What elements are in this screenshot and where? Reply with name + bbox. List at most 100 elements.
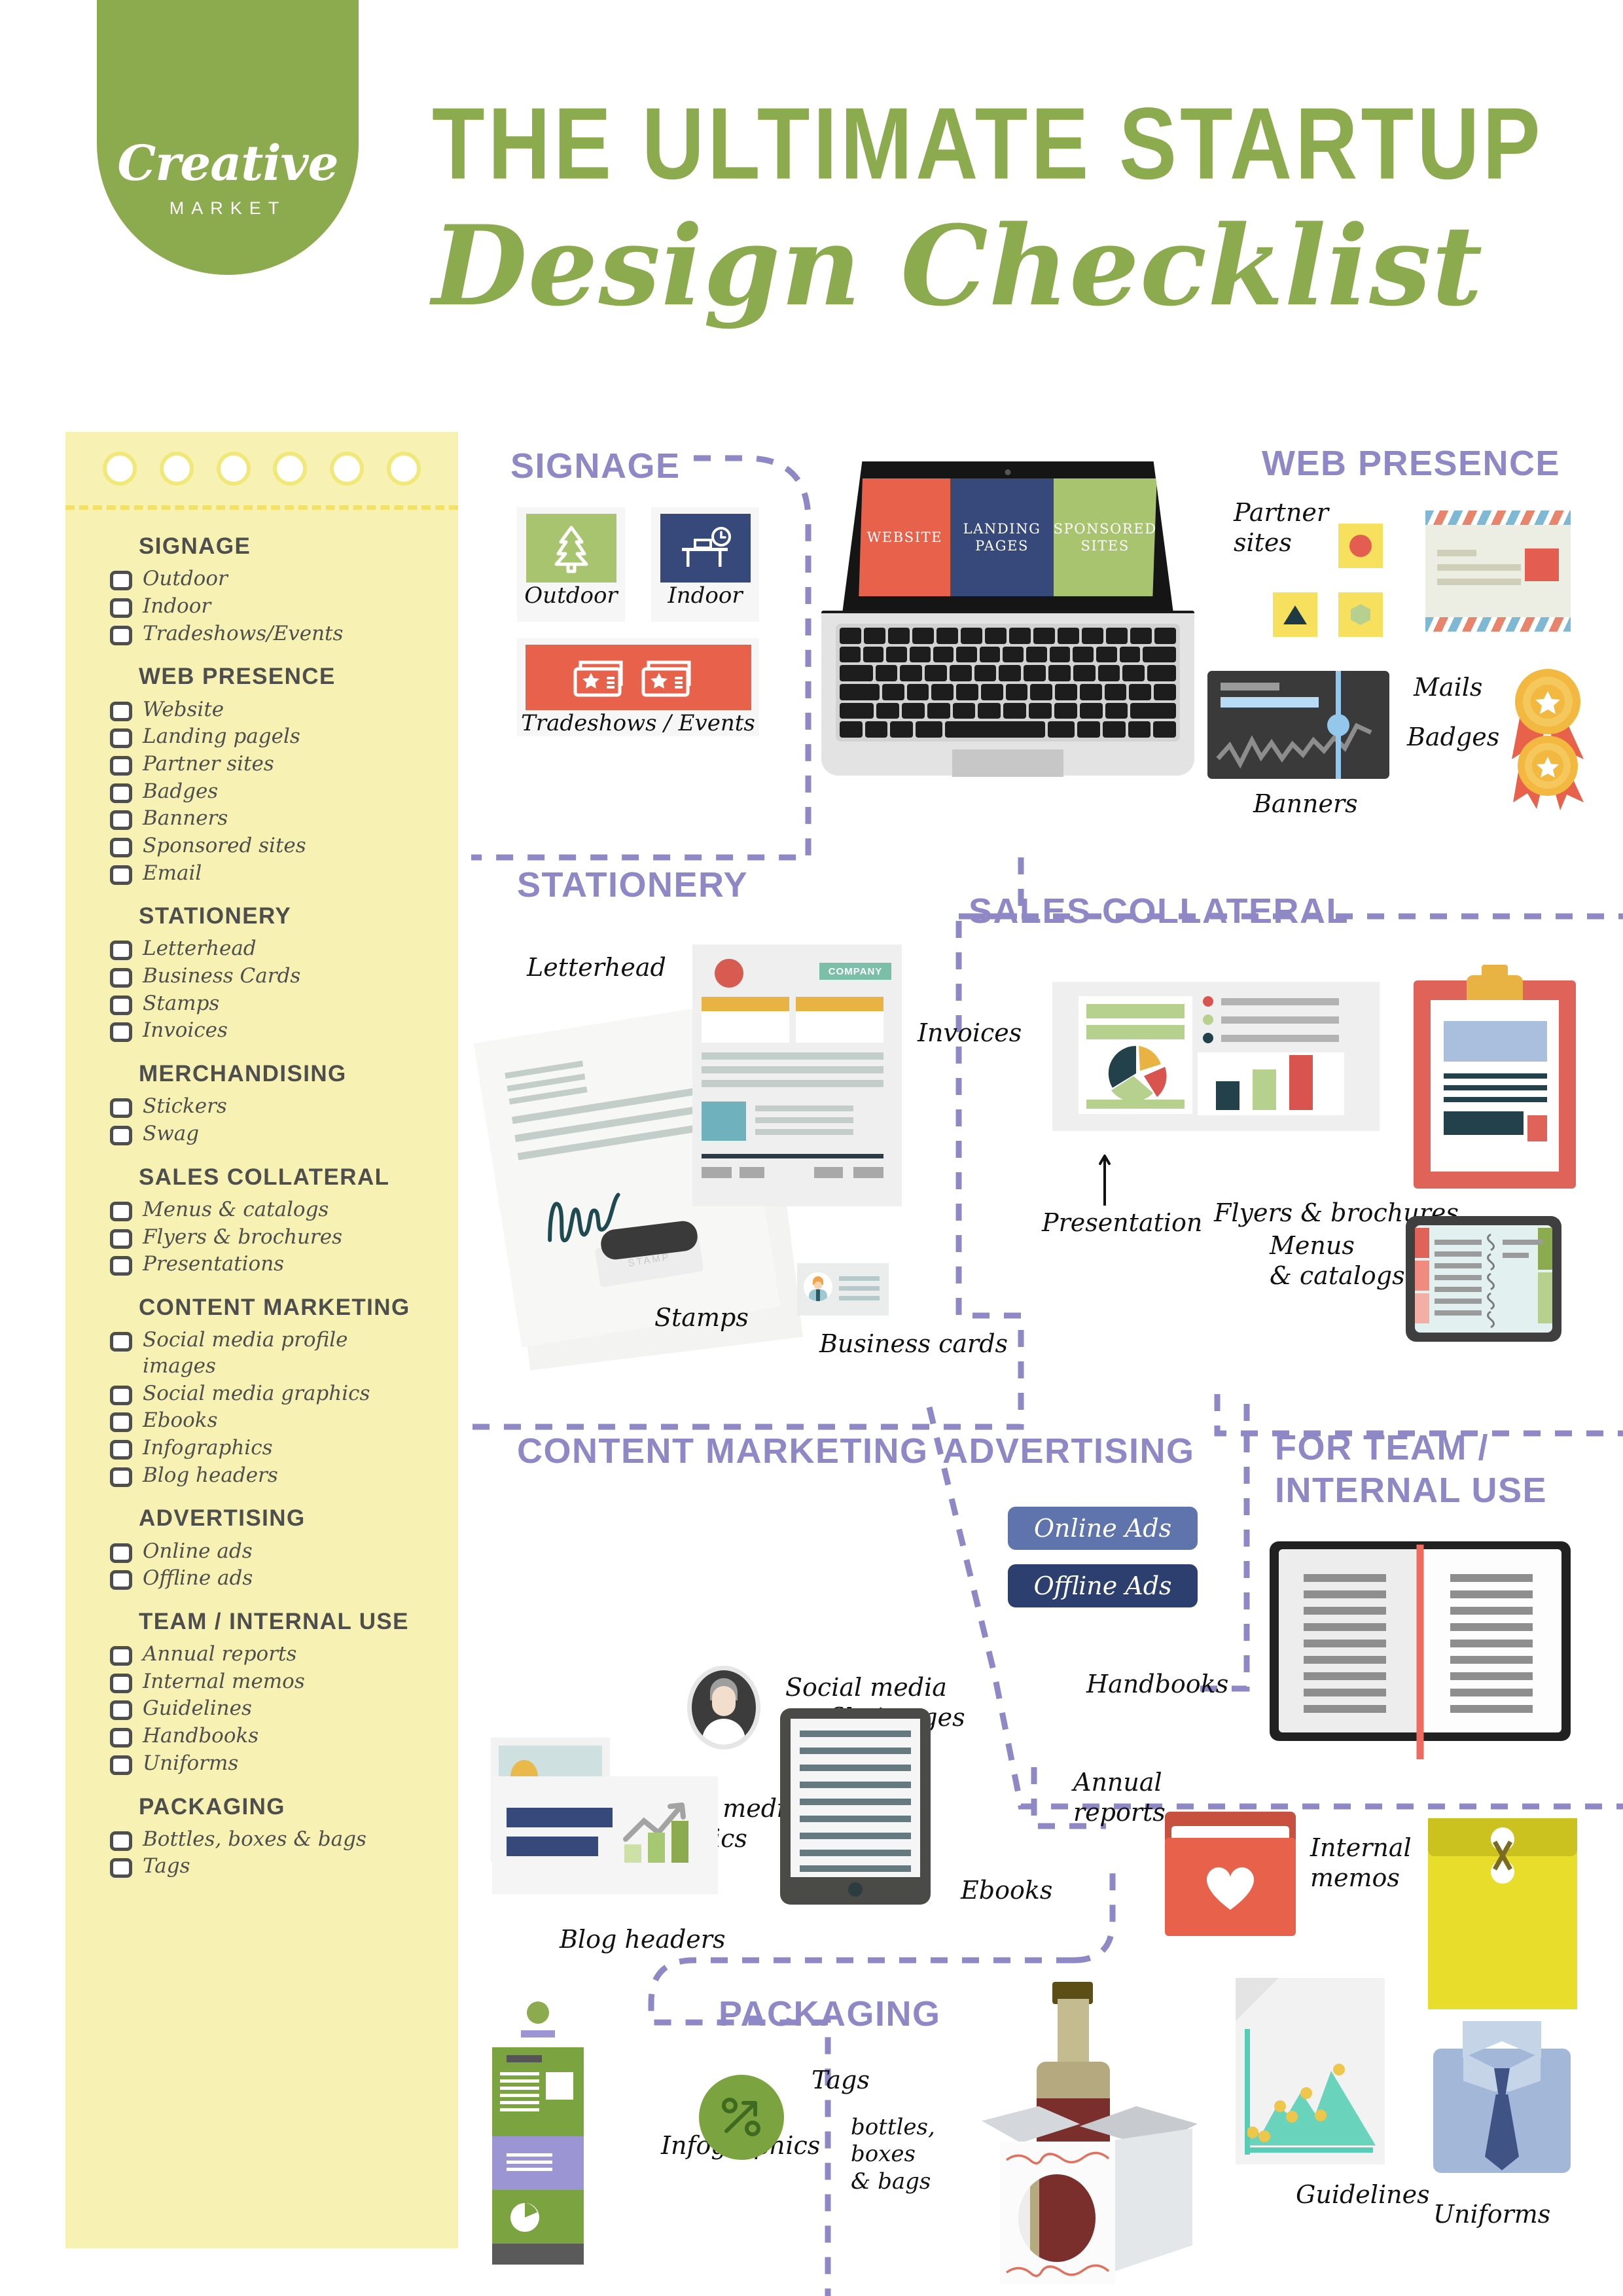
checklist-item[interactable]: Swag <box>110 1121 442 1147</box>
checklist-item[interactable]: Social media profile images <box>110 1327 442 1379</box>
checklist-item[interactable]: Guidelines <box>110 1696 442 1722</box>
checkbox[interactable] <box>110 783 132 803</box>
checklist-group-heading: STATIONERY <box>139 903 292 929</box>
checkbox[interactable] <box>110 1858 132 1878</box>
checkbox[interactable] <box>110 1022 132 1043</box>
checkbox[interactable] <box>110 598 132 618</box>
checklist-item[interactable]: Outdoor <box>110 566 442 592</box>
key-alt <box>890 721 913 738</box>
key <box>888 628 910 644</box>
checkbox[interactable] <box>110 810 132 831</box>
checklist-item-label: Tradeshows/Events <box>143 621 344 645</box>
checkbox[interactable] <box>110 728 132 749</box>
checklist-item[interactable]: Offline ads <box>110 1566 442 1592</box>
checklist-item[interactable]: Letterhead <box>110 936 442 962</box>
infographic-strip <box>492 1990 584 2265</box>
checkbox[interactable] <box>110 837 132 857</box>
key <box>999 665 1022 682</box>
checklist-item[interactable]: Flyers & brochures <box>110 1225 442 1251</box>
checklist-item[interactable]: Sponsored sites <box>110 833 442 859</box>
checklist-item[interactable]: Blog headers <box>110 1463 442 1489</box>
checkbox[interactable] <box>110 1126 132 1146</box>
tree-icon <box>526 514 616 583</box>
checklist-item-label: Annual reports <box>143 1642 297 1666</box>
checkbox[interactable] <box>110 1412 132 1433</box>
tile-indoor: Indoor <box>651 507 759 622</box>
checkbox[interactable] <box>110 1439 132 1460</box>
label-annual-reports: Annual reports <box>1073 1768 1166 1827</box>
checkbox[interactable] <box>110 941 132 961</box>
checklist-item[interactable]: Infographics <box>110 1435 442 1462</box>
button-offline-ads[interactable]: Offline Ads <box>1008 1564 1198 1607</box>
checklist-item[interactable]: Website <box>110 697 442 723</box>
checklist-item-label: Ebooks <box>143 1408 218 1433</box>
checkbox[interactable] <box>110 1755 132 1775</box>
checklist-item-label: Sponsored sites <box>143 833 306 857</box>
checkbox[interactable] <box>110 1385 132 1405</box>
label-mails: Mails <box>1414 673 1483 702</box>
key <box>985 628 1007 644</box>
checklist-item[interactable]: Bottles, boxes & bags <box>110 1827 442 1853</box>
key-backspace <box>1143 646 1176 663</box>
key <box>1130 628 1152 644</box>
notepad-hole <box>330 452 365 486</box>
checklist-item[interactable]: Uniforms <box>110 1751 442 1777</box>
checkbox[interactable] <box>110 1256 132 1276</box>
checklist-item-label: Guidelines <box>143 1696 252 1721</box>
checklist-group-heading: MERCHANDISING <box>139 1061 347 1087</box>
checklist-item[interactable]: Stamps <box>110 991 442 1017</box>
checklist-item[interactable]: Landing pagels <box>110 724 442 750</box>
section-heading-advertising: ADVERTISING <box>942 1431 1195 1471</box>
checklist-item-label: Menus & catalogs <box>143 1198 329 1221</box>
key <box>952 702 976 719</box>
checklist-item[interactable]: Social media graphics <box>110 1381 442 1407</box>
checklist-item[interactable]: Invoices <box>110 1018 442 1044</box>
label-guidelines: Guidelines <box>1296 2180 1430 2209</box>
checklist-item[interactable]: Ebooks <box>110 1408 442 1434</box>
button-online-ads[interactable]: Online Ads <box>1008 1507 1198 1550</box>
checklist-item[interactable]: Presentations <box>110 1251 442 1278</box>
checklist-item[interactable]: Business Cards <box>110 963 442 990</box>
checklist-item[interactable]: Banners <box>110 806 442 832</box>
checklist-item[interactable]: Tags <box>110 1854 442 1880</box>
checklist-item[interactable]: Internal memos <box>110 1669 442 1695</box>
key <box>840 628 861 644</box>
checkbox[interactable] <box>110 625 132 645</box>
checkbox[interactable] <box>110 1700 132 1721</box>
checklist-item-label: Social media graphics <box>143 1381 370 1405</box>
key <box>1026 646 1047 663</box>
key <box>1009 628 1031 644</box>
checklist-item[interactable]: Badges <box>110 779 442 805</box>
checkbox[interactable] <box>110 1831 132 1851</box>
circle-icon <box>1349 535 1372 557</box>
checkbox[interactable] <box>110 865 132 885</box>
checkbox[interactable] <box>110 571 132 591</box>
checkbox[interactable] <box>110 968 132 988</box>
checkbox[interactable] <box>110 1098 132 1119</box>
checkbox[interactable] <box>110 1332 132 1352</box>
checkbox[interactable] <box>110 1202 132 1221</box>
checkbox[interactable] <box>110 1229 132 1249</box>
checkbox[interactable] <box>110 1646 132 1666</box>
checkbox[interactable] <box>110 701 132 721</box>
checkbox[interactable] <box>110 1543 132 1563</box>
checklist-item[interactable]: Partner sites <box>110 751 442 778</box>
key <box>949 665 972 682</box>
checkbox[interactable] <box>110 995 132 1015</box>
checklist-item[interactable]: Indoor <box>110 594 442 620</box>
key-arrow-right <box>1153 721 1177 738</box>
checkbox[interactable] <box>110 1467 132 1487</box>
checkbox[interactable] <box>110 1570 132 1590</box>
checklist-item[interactable]: Annual reports <box>110 1641 442 1668</box>
checkbox[interactable] <box>110 1728 132 1748</box>
checklist-item[interactable]: Stickers <box>110 1094 442 1120</box>
checklist-item[interactable]: Online ads <box>110 1539 442 1565</box>
checkbox[interactable] <box>110 755 132 776</box>
checklist-item[interactable]: Handbooks <box>110 1723 442 1749</box>
key <box>875 665 898 682</box>
checklist-item[interactable]: Menus & catalogs <box>110 1197 442 1223</box>
checklist-item[interactable]: Tradeshows/Events <box>110 621 442 647</box>
checklist-item[interactable]: Email <box>110 861 442 887</box>
checkbox[interactable] <box>110 1673 132 1693</box>
key-cmd-right <box>1047 721 1075 738</box>
